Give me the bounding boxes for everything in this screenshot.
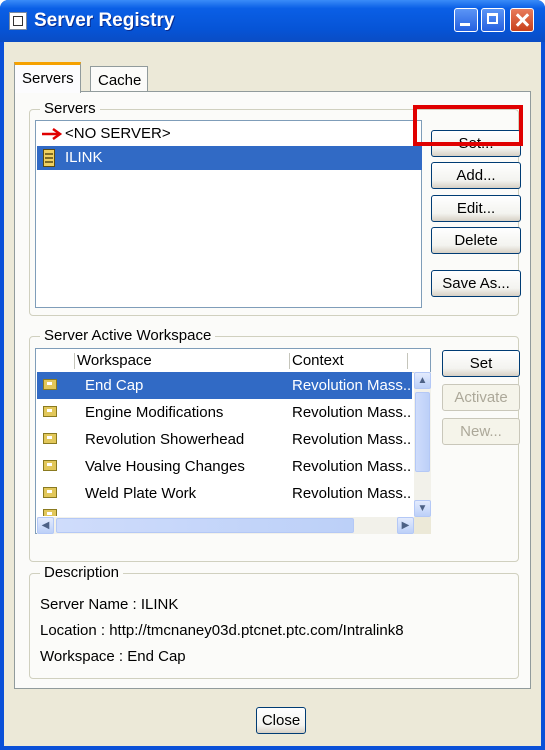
workspace-icon [43,433,57,444]
server-registry-window: Server Registry Servers Cache Servers <N… [0,0,545,750]
workspace-group-label: Server Active Workspace [40,327,216,344]
delete-server-button[interactable]: Delete [431,227,521,254]
close-button[interactable]: Close [256,707,306,734]
workspace-name: Valve Housing Changes [85,458,245,475]
table-row[interactable]: End Cap Revolution Mass... [37,372,412,399]
workspace-context: Revolution Mass... [292,431,412,448]
add-server-button[interactable]: Add... [431,162,521,189]
activate-button[interactable]: Activate [442,384,520,411]
workspace-name: Weld Plate Work [85,485,197,502]
table-header: Workspace Context [37,350,430,373]
workspace-icon [43,509,57,516]
servers-group-label: Servers [40,100,100,117]
tab-cache[interactable]: Cache [90,66,149,92]
scroll-up-icon[interactable]: ▲ [414,372,431,389]
partial-row [43,507,57,516]
horizontal-scrollbar[interactable]: ◀ ▶ [37,517,414,534]
edit-server-button[interactable]: Edit... [431,195,521,222]
workspace-name: End Cap [85,377,144,394]
scroll-right-icon[interactable]: ▶ [397,517,414,534]
column-header-context[interactable]: Context [292,352,344,369]
workspace-context: Revolution Mass... [292,377,412,394]
scroll-corner [414,517,431,534]
scroll-left-icon[interactable]: ◀ [37,517,54,534]
app-icon [9,12,27,30]
description-workspace: Workspace : End Cap [40,648,186,665]
column-divider[interactable] [407,353,408,369]
workspace-icon [43,406,57,417]
new-workspace-button[interactable]: New... [442,418,520,445]
server-icon [43,149,55,167]
table-row[interactable]: Valve Housing Changes Revolution Mass... [37,453,412,480]
maximize-button[interactable] [481,8,505,32]
horizontal-scroll-thumb[interactable] [56,518,354,533]
servers-list[interactable]: <NO SERVER> ILINK [35,120,422,308]
scroll-down-icon[interactable]: ▼ [414,500,431,517]
table-row[interactable]: Revolution Showerhead Revolution Mass... [37,426,412,453]
set-workspace-button[interactable]: Set [442,350,520,377]
dialog-client-area: Servers Cache Servers <NO SERVER> ILINK … [4,42,541,746]
column-divider[interactable] [74,353,75,369]
server-item-label: ILINK [65,149,103,166]
minimize-button[interactable] [454,8,478,32]
list-item[interactable]: ILINK [37,146,422,170]
workspace-context: Revolution Mass... [292,485,412,502]
window-title: Server Registry [34,10,175,31]
description-group-label: Description [40,564,124,581]
workspace-context: Revolution Mass... [292,458,412,475]
title-bar[interactable]: Server Registry [0,0,545,42]
list-item[interactable]: <NO SERVER> [37,122,422,146]
workspace-icon [43,460,57,471]
workspace-name: Engine Modifications [85,404,224,421]
table-row[interactable]: Weld Plate Work Revolution Mass... [37,480,412,507]
arrow-right-icon [42,128,63,140]
workspace-table[interactable]: Workspace Context End Cap Revolution Mas… [35,348,431,534]
vertical-scroll-thumb[interactable] [415,392,430,472]
column-header-workspace[interactable]: Workspace [77,352,152,369]
description-server-name: Server Name : ILINK [40,596,179,613]
table-row[interactable]: Engine Modifications Revolution Mass... [37,399,412,426]
workspace-name: Revolution Showerhead [85,431,245,448]
server-item-label: <NO SERVER> [65,125,171,142]
close-window-button[interactable] [510,8,534,32]
workspace-icon [43,487,57,498]
workspace-icon [43,379,57,390]
column-divider[interactable] [289,353,290,369]
save-as-button[interactable]: Save As... [431,270,521,297]
tab-servers[interactable]: Servers [14,62,81,93]
add-button-highlight [413,105,523,146]
description-location: Location : http://tmcnaney03d.ptcnet.ptc… [40,622,404,639]
tab-panel-servers: Servers <NO SERVER> ILINK Set... Add... … [14,91,531,689]
workspace-context: Revolution Mass... [292,404,412,421]
vertical-scrollbar[interactable]: ▲ ▼ [414,372,431,517]
